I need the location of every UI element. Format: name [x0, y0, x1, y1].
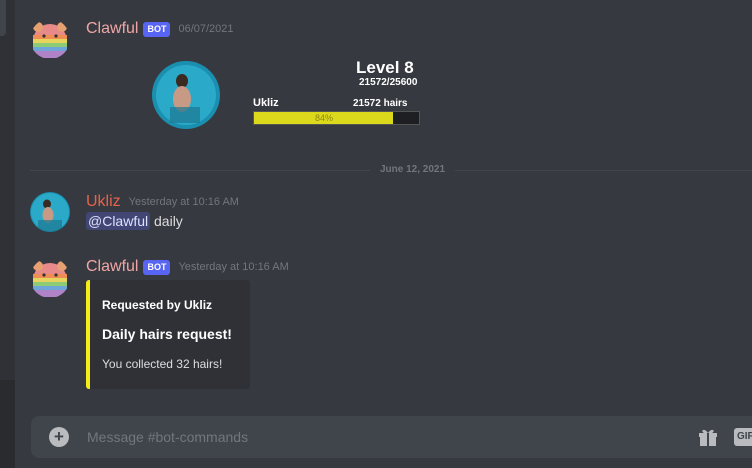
timestamp: Yesterday at 10:16 AM — [178, 261, 289, 273]
message-header: Ukliz Yesterday at 10:16 AM — [86, 193, 239, 211]
sidebar-lower-panel — [0, 380, 15, 468]
username[interactable]: Clawful — [86, 258, 138, 276]
avatar[interactable] — [30, 192, 70, 232]
add-attachment-button[interactable]: + — [49, 427, 69, 447]
underwater-photo-icon — [152, 61, 220, 129]
embed-description: You collected 32 hairs! — [102, 357, 223, 371]
avatar[interactable] — [30, 258, 70, 298]
gift-icon[interactable] — [697, 426, 719, 448]
level-card-hairs: 21572 hairs — [353, 98, 408, 109]
username[interactable]: Clawful — [86, 20, 138, 38]
bot-badge: BOT — [143, 21, 171, 37]
message-input[interactable] — [87, 416, 647, 458]
message-header: Clawful BOT 06/07/2021 — [86, 20, 234, 38]
message-content: @Clawful daily — [86, 212, 183, 230]
level-card-name: Ukliz — [253, 97, 279, 109]
message-text: daily — [150, 213, 183, 229]
timestamp: 06/07/2021 — [178, 23, 234, 35]
date-divider-label: June 12, 2021 — [370, 164, 456, 175]
message-header: Clawful BOT Yesterday at 10:16 AM — [86, 258, 289, 276]
avatar[interactable] — [30, 19, 70, 59]
channel-sidebar-edge — [0, 0, 15, 468]
gif-button[interactable]: GIF — [734, 428, 752, 446]
timestamp: Yesterday at 10:16 AM — [128, 196, 239, 208]
embed-author: Requested by Ukliz — [102, 298, 213, 312]
underwater-photo-icon — [30, 192, 70, 232]
embed-title: Daily hairs request! — [102, 326, 232, 342]
message-composer: + GIF — [31, 416, 752, 458]
progress-bar: 84% — [253, 111, 420, 125]
bot-badge: BOT — [143, 259, 171, 275]
level-card-image: Level 8 21572/25600 Ukliz 21572 hairs 84… — [152, 58, 452, 130]
level-card-avatar — [152, 61, 220, 129]
embed: Requested by Ukliz Daily hairs request! … — [86, 280, 250, 389]
rainbow-hamster-icon — [30, 19, 70, 59]
rainbow-hamster-icon — [30, 258, 70, 298]
user-mention[interactable]: @Clawful — [86, 212, 151, 230]
level-xp: 21572/25600 — [359, 77, 418, 88]
username[interactable]: Ukliz — [86, 193, 121, 211]
progress-percent: 84% — [314, 113, 333, 123]
level-title: Level 8 — [356, 58, 414, 77]
sidebar-scroll-nub — [0, 0, 6, 36]
